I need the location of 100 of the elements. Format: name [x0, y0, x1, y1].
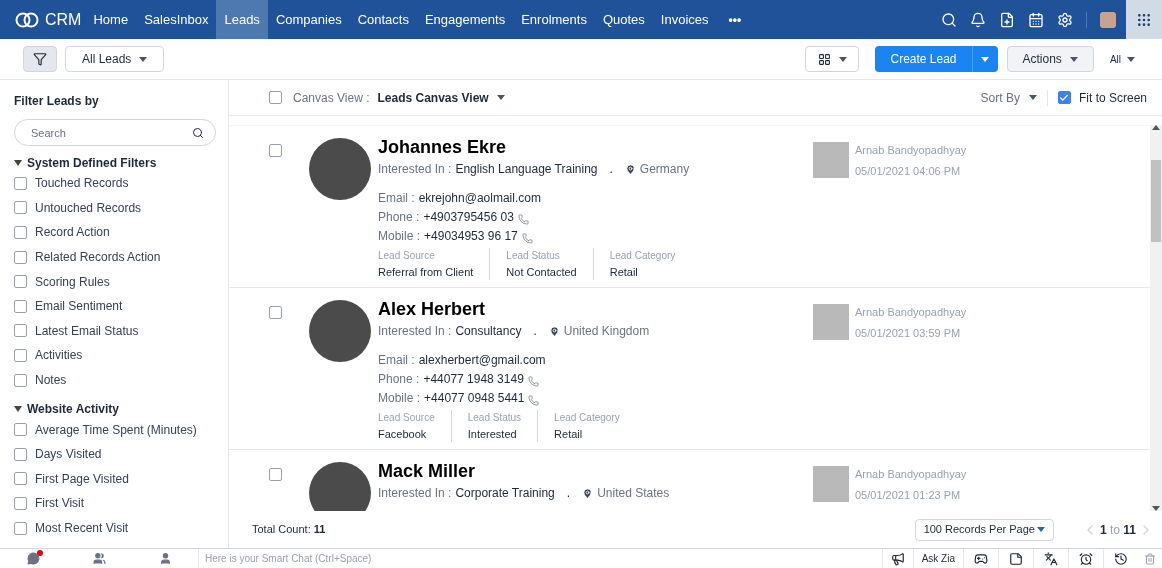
contact-value: +49034953 96 17 [424, 228, 518, 245]
scrollbar[interactable] [1150, 125, 1162, 511]
owner-name: Arnab Bandyopadhyay [855, 143, 967, 158]
alarm-clock-icon[interactable] [1079, 551, 1093, 566]
ask-zia-button[interactable]: Ask Zia [912, 549, 963, 568]
filter-option-label[interactable]: Scoring Rules [35, 272, 110, 291]
phone-icon[interactable] [528, 394, 540, 406]
scope-dropdown[interactable]: All [1105, 51, 1139, 67]
filter-option-label[interactable]: Email Sentiment [35, 297, 123, 316]
view-dropdown[interactable]: All Leads [65, 46, 165, 72]
phone-icon[interactable] [517, 213, 529, 225]
filter-option-label[interactable]: Record Action [35, 223, 110, 242]
filter-option-label[interactable]: Days Visited [35, 445, 102, 464]
grid-layout-icon [817, 52, 831, 66]
checkbox[interactable] [14, 423, 27, 437]
layout-dropdown[interactable] [805, 46, 860, 72]
nav-tab[interactable]: Contacts [349, 0, 417, 39]
contact-label: Email : [378, 190, 415, 207]
checkbox[interactable] [1057, 91, 1071, 104]
phone-icon[interactable] [527, 375, 539, 387]
settings-icon[interactable] [1057, 11, 1073, 28]
nav-tab[interactable]: Enrolments [513, 0, 595, 39]
translate-icon[interactable] [1044, 551, 1058, 566]
checkbox[interactable] [14, 299, 27, 313]
avatar-placeholder[interactable] [1100, 11, 1116, 28]
scrollbar-thumb[interactable] [1151, 160, 1161, 242]
filter-option-label[interactable]: Most Recent Visit [35, 519, 129, 537]
separator-dot: . [609, 161, 613, 178]
nav-tab[interactable]: Invoices [652, 0, 717, 39]
lead-name[interactable]: Mack Miller [378, 459, 783, 483]
filter-button[interactable] [23, 46, 57, 72]
nav-tab[interactable]: Companies [267, 0, 350, 39]
interest-label: Interested In : [378, 161, 452, 178]
search-icon[interactable] [192, 127, 204, 139]
checkbox[interactable] [14, 373, 27, 387]
filter-option-label[interactable]: Activities [35, 346, 83, 365]
nav-tab[interactable]: SalesInbox [136, 0, 217, 39]
bell-icon[interactable] [970, 11, 986, 28]
checkbox[interactable] [269, 468, 282, 481]
trash-icon[interactable] [1144, 552, 1156, 565]
checkbox[interactable] [14, 226, 27, 239]
app-grid-button[interactable] [1126, 0, 1162, 39]
create-lead-button[interactable]: Create Lead [875, 46, 998, 72]
filter-group-header[interactable]: System Defined Filters [14, 155, 216, 171]
checkbox[interactable] [14, 324, 27, 338]
nav-tab[interactable]: Quotes [594, 0, 653, 39]
note-icon[interactable] [1009, 551, 1023, 566]
checkbox[interactable] [269, 306, 282, 319]
contact-value: +44077 1948 3149 [423, 371, 524, 388]
owner-name: Arnab Bandyopadhyay [855, 467, 967, 482]
nav-tab[interactable]: Engagements [416, 0, 514, 39]
filter-option-label[interactable]: First Visit [35, 494, 85, 513]
note-add-icon[interactable] [999, 11, 1015, 28]
megaphone-icon[interactable] [890, 551, 905, 566]
checkbox[interactable] [14, 176, 27, 190]
checkbox[interactable] [14, 472, 27, 486]
lead-name[interactable]: Johannes Ekre [378, 135, 783, 159]
more-button[interactable]: ••• [716, 10, 754, 29]
actions-dropdown[interactable]: Actions [1006, 46, 1094, 72]
checkbox[interactable] [14, 496, 27, 510]
field-value: Not Contacted [506, 265, 577, 280]
records-per-page-dropdown[interactable]: 100 Records Per Page [914, 518, 1054, 541]
nav-tab[interactable]: Leads [216, 0, 268, 39]
contact-value: ekrejohn@aolmail.com [418, 190, 541, 207]
filter-option-label[interactable]: First Page Visited [35, 469, 129, 488]
filter-option-label[interactable]: Notes [35, 371, 67, 390]
filter-option-label[interactable]: Touched Records [35, 174, 129, 193]
checkbox[interactable] [14, 348, 27, 362]
filter-option-label[interactable]: Untouched Records [35, 198, 142, 217]
gamepad-icon[interactable] [974, 551, 988, 566]
contacts-icon[interactable] [158, 552, 172, 565]
checkbox[interactable] [14, 521, 27, 535]
filter-group-header[interactable]: Website Activity [14, 401, 216, 418]
nav-tab[interactable]: Home [85, 0, 137, 39]
history-icon[interactable] [1114, 551, 1128, 566]
channels-icon[interactable] [92, 552, 106, 565]
search-field[interactable]: Search [14, 119, 216, 146]
canvas-view-dropdown[interactable]: Leads Canvas View [377, 88, 505, 107]
calendar-icon[interactable] [1028, 11, 1044, 28]
checkbox[interactable] [14, 447, 27, 461]
checkbox[interactable] [269, 144, 282, 157]
sort-by-dropdown[interactable]: Sort By [980, 88, 1037, 107]
search-icon[interactable] [941, 11, 957, 28]
contact-label: Phone : [378, 371, 420, 388]
phone-icon[interactable] [521, 232, 533, 244]
checkbox[interactable] [269, 91, 282, 104]
filter-option-label[interactable]: Related Records Action [35, 248, 161, 267]
field-label: Lead Category [609, 249, 676, 263]
caret-icon [139, 56, 148, 62]
checkbox[interactable] [14, 275, 27, 289]
fit-to-screen-label[interactable]: Fit to Screen [1078, 88, 1147, 107]
checkbox[interactable] [14, 201, 27, 215]
contact-label: Mobile : [378, 228, 421, 245]
checkbox[interactable] [14, 250, 27, 264]
filter-option-label[interactable]: Average Time Spent (Minutes) [35, 420, 197, 439]
lead-name[interactable]: Alex Herbert [378, 297, 783, 321]
location: Germany [639, 161, 690, 178]
created-date: 05/01/2021 04:06 PM [855, 163, 962, 179]
chats-icon[interactable] [26, 552, 40, 565]
filter-option-label[interactable]: Latest Email Status [35, 321, 139, 340]
